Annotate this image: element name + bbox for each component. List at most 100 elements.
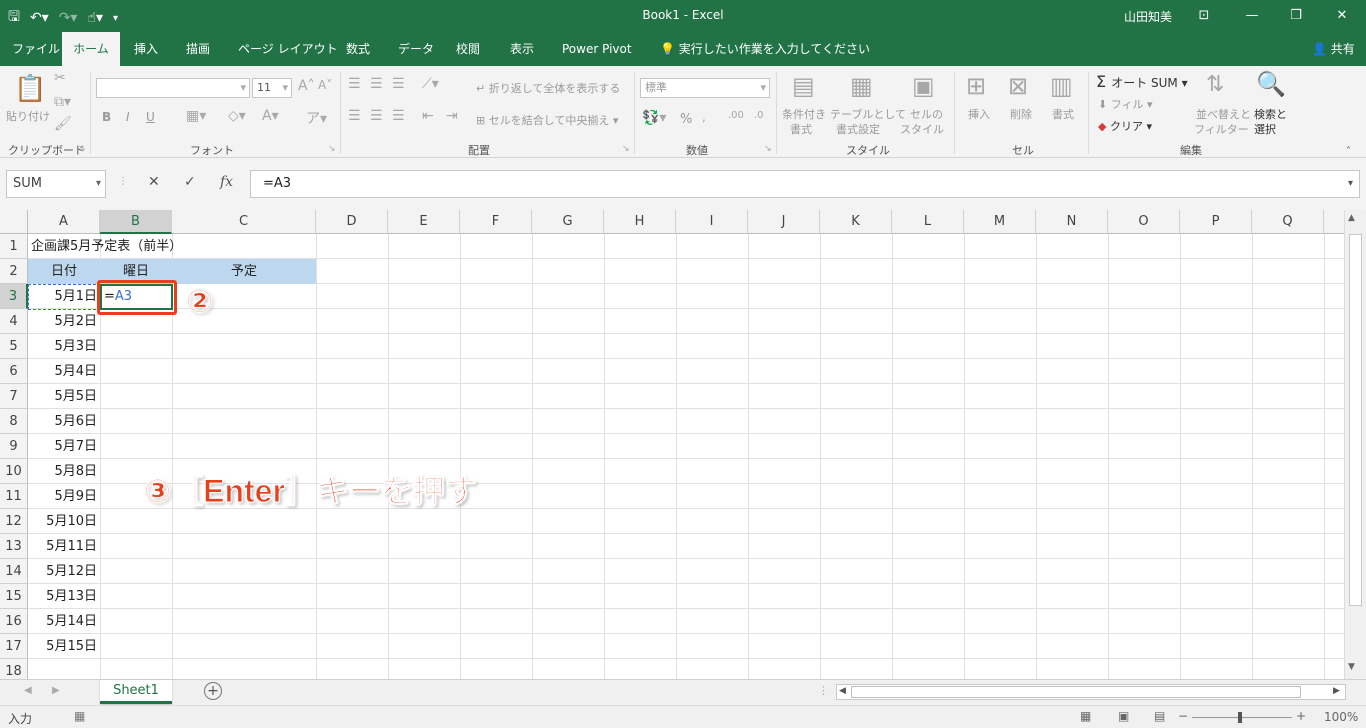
clipboard-launcher-icon[interactable]: ↘ [78, 144, 86, 154]
align-left-icon[interactable]: ☰ [348, 108, 361, 124]
row-header[interactable]: 11 [0, 484, 28, 509]
tab-page-layout[interactable]: ページ レイアウト [228, 32, 348, 66]
restore-button[interactable]: ❐ [1276, 4, 1316, 28]
cell-a11[interactable]: 5月9日 [28, 484, 100, 509]
cancel-icon[interactable]: ✕ [148, 174, 160, 190]
decrease-indent-icon[interactable]: ⇤ [422, 108, 434, 124]
expand-formula-icon[interactable]: ▾ [1348, 178, 1353, 189]
row-header[interactable]: 1 [0, 234, 28, 259]
cell-a14[interactable]: 5月12日 [28, 559, 100, 584]
row-header[interactable]: 16 [0, 609, 28, 634]
conditional-formatting-label[interactable]: 条件付き [782, 106, 826, 122]
zoom-thumb[interactable] [1238, 712, 1242, 723]
insert-cells-label[interactable]: 挿入 [968, 106, 990, 122]
cell-a3[interactable]: 5月1日 [28, 284, 100, 309]
column-header-q[interactable]: Q [1252, 210, 1324, 234]
normal-view-icon[interactable]: ▦ [1080, 709, 1091, 723]
tab-file[interactable]: ファイル [2, 32, 70, 66]
row-header[interactable]: 18 [0, 659, 28, 679]
increase-indent-icon[interactable]: ⇥ [446, 108, 458, 124]
row-header[interactable]: 5 [0, 334, 28, 359]
column-header-o[interactable]: O [1108, 210, 1180, 234]
scroll-down-icon[interactable]: ▼ [1348, 662, 1355, 672]
sort-filter-label[interactable]: 並べ替えと [1196, 106, 1251, 122]
column-header-l[interactable]: L [892, 210, 964, 234]
column-header-j[interactable]: J [748, 210, 820, 234]
zoom-slider[interactable] [1192, 717, 1292, 718]
currency-icon[interactable]: 💱▾ [642, 110, 666, 126]
tell-me-box[interactable]: 💡 実行したい作業を入力してください [650, 32, 880, 66]
font-color-icon[interactable]: A▾ [262, 108, 279, 124]
alignment-launcher-icon[interactable]: ↘ [622, 144, 630, 154]
page-break-view-icon[interactable]: ▤ [1154, 709, 1165, 723]
cut-icon[interactable]: ✂ [54, 70, 66, 86]
format-painter-icon[interactable]: 🖌 [54, 116, 72, 132]
tab-view[interactable]: 表示 [500, 32, 544, 66]
paste-icon[interactable]: 📋 [14, 74, 46, 104]
percent-button[interactable]: % [680, 112, 692, 127]
decrease-font-icon[interactable]: A˅ [318, 78, 332, 92]
tab-split-icon[interactable]: ⋮ [818, 684, 829, 697]
macro-record-icon[interactable]: ▦ [74, 709, 85, 723]
wrap-text-button[interactable]: ↵ 折り返して全体を表示する [476, 80, 620, 96]
cell-a4[interactable]: 5月2日 [28, 309, 100, 334]
row-header[interactable]: 10 [0, 459, 28, 484]
page-layout-view-icon[interactable]: ▣ [1118, 709, 1129, 723]
cell-a6[interactable]: 5月4日 [28, 359, 100, 384]
font-name-box[interactable]: ▾ [96, 78, 250, 98]
horizontal-scrollbar[interactable]: ◀ ▶ [836, 684, 1346, 700]
cell-a7[interactable]: 5月5日 [28, 384, 100, 409]
row-header[interactable]: 13 [0, 534, 28, 559]
column-header-e[interactable]: E [388, 210, 460, 234]
vertical-scrollbar[interactable]: ▲ ▼ [1344, 210, 1366, 679]
cell-a16[interactable]: 5月14日 [28, 609, 100, 634]
format-cells-label[interactable]: 書式 [1052, 106, 1074, 122]
name-box[interactable]: SUM ▾ [6, 170, 106, 198]
autosum-button[interactable]: Σ オート SUM ▾ [1096, 72, 1188, 91]
zoom-level[interactable]: 100% [1324, 710, 1358, 724]
cell-a10[interactable]: 5月8日 [28, 459, 100, 484]
cell-styles-label[interactable]: セルの [910, 106, 943, 122]
select-all-button[interactable] [0, 210, 28, 234]
find-select-label[interactable]: 検索と [1254, 106, 1287, 122]
sheet-prev-icon[interactable]: ◀ [24, 685, 32, 696]
delete-cells-label[interactable]: 削除 [1010, 106, 1032, 122]
fill-color-icon[interactable]: ◇▾ [228, 108, 246, 124]
hscroll-thumb[interactable] [851, 686, 1301, 698]
cell-a8[interactable]: 5月6日 [28, 409, 100, 434]
copy-icon[interactable]: ⧉▾ [54, 94, 71, 110]
cell-a12[interactable]: 5月10日 [28, 509, 100, 534]
decrease-decimal-icon[interactable]: .0 [754, 110, 764, 121]
tab-formulas[interactable]: 数式 [336, 32, 380, 66]
formula-input[interactable]: =A3 [250, 170, 1360, 198]
cell-c2[interactable]: 予定 [172, 259, 316, 284]
clear-button[interactable]: ◆ クリア ▾ [1098, 118, 1152, 134]
cell-a17[interactable]: 5月15日 [28, 634, 100, 659]
row-header[interactable]: 15 [0, 584, 28, 609]
column-header-f[interactable]: F [460, 210, 532, 234]
bold-button[interactable]: B [102, 110, 111, 124]
cell-a15[interactable]: 5月13日 [28, 584, 100, 609]
column-header-g[interactable]: G [532, 210, 604, 234]
align-bottom-icon[interactable]: ☰ [392, 76, 405, 92]
align-top-icon[interactable]: ☰ [348, 76, 361, 92]
column-header-n[interactable]: N [1036, 210, 1108, 234]
delete-cells-icon[interactable]: ⊠ [1008, 72, 1028, 100]
row-header[interactable]: 14 [0, 559, 28, 584]
orientation-icon[interactable]: ⟋▾ [422, 76, 439, 92]
number-format-box[interactable]: 標準 ▾ [640, 78, 770, 98]
column-header-c[interactable]: C [172, 210, 316, 234]
tab-insert[interactable]: 挿入 [124, 32, 168, 66]
increase-font-icon[interactable]: A˄ [298, 78, 315, 94]
number-launcher-icon[interactable]: ↘ [764, 144, 772, 154]
column-header-b[interactable]: B [100, 210, 172, 234]
sort-filter-icon[interactable]: ⇅ [1206, 72, 1224, 97]
column-header-d[interactable]: D [316, 210, 388, 234]
zoom-out-icon[interactable]: − [1178, 709, 1188, 723]
row-header[interactable]: 17 [0, 634, 28, 659]
row-header[interactable]: 12 [0, 509, 28, 534]
tab-power-pivot[interactable]: Power Pivot [552, 32, 642, 66]
align-right-icon[interactable]: ☰ [392, 108, 405, 124]
new-sheet-icon[interactable]: + [204, 682, 222, 700]
fill-button[interactable]: ⬇ フィル ▾ [1098, 96, 1153, 112]
